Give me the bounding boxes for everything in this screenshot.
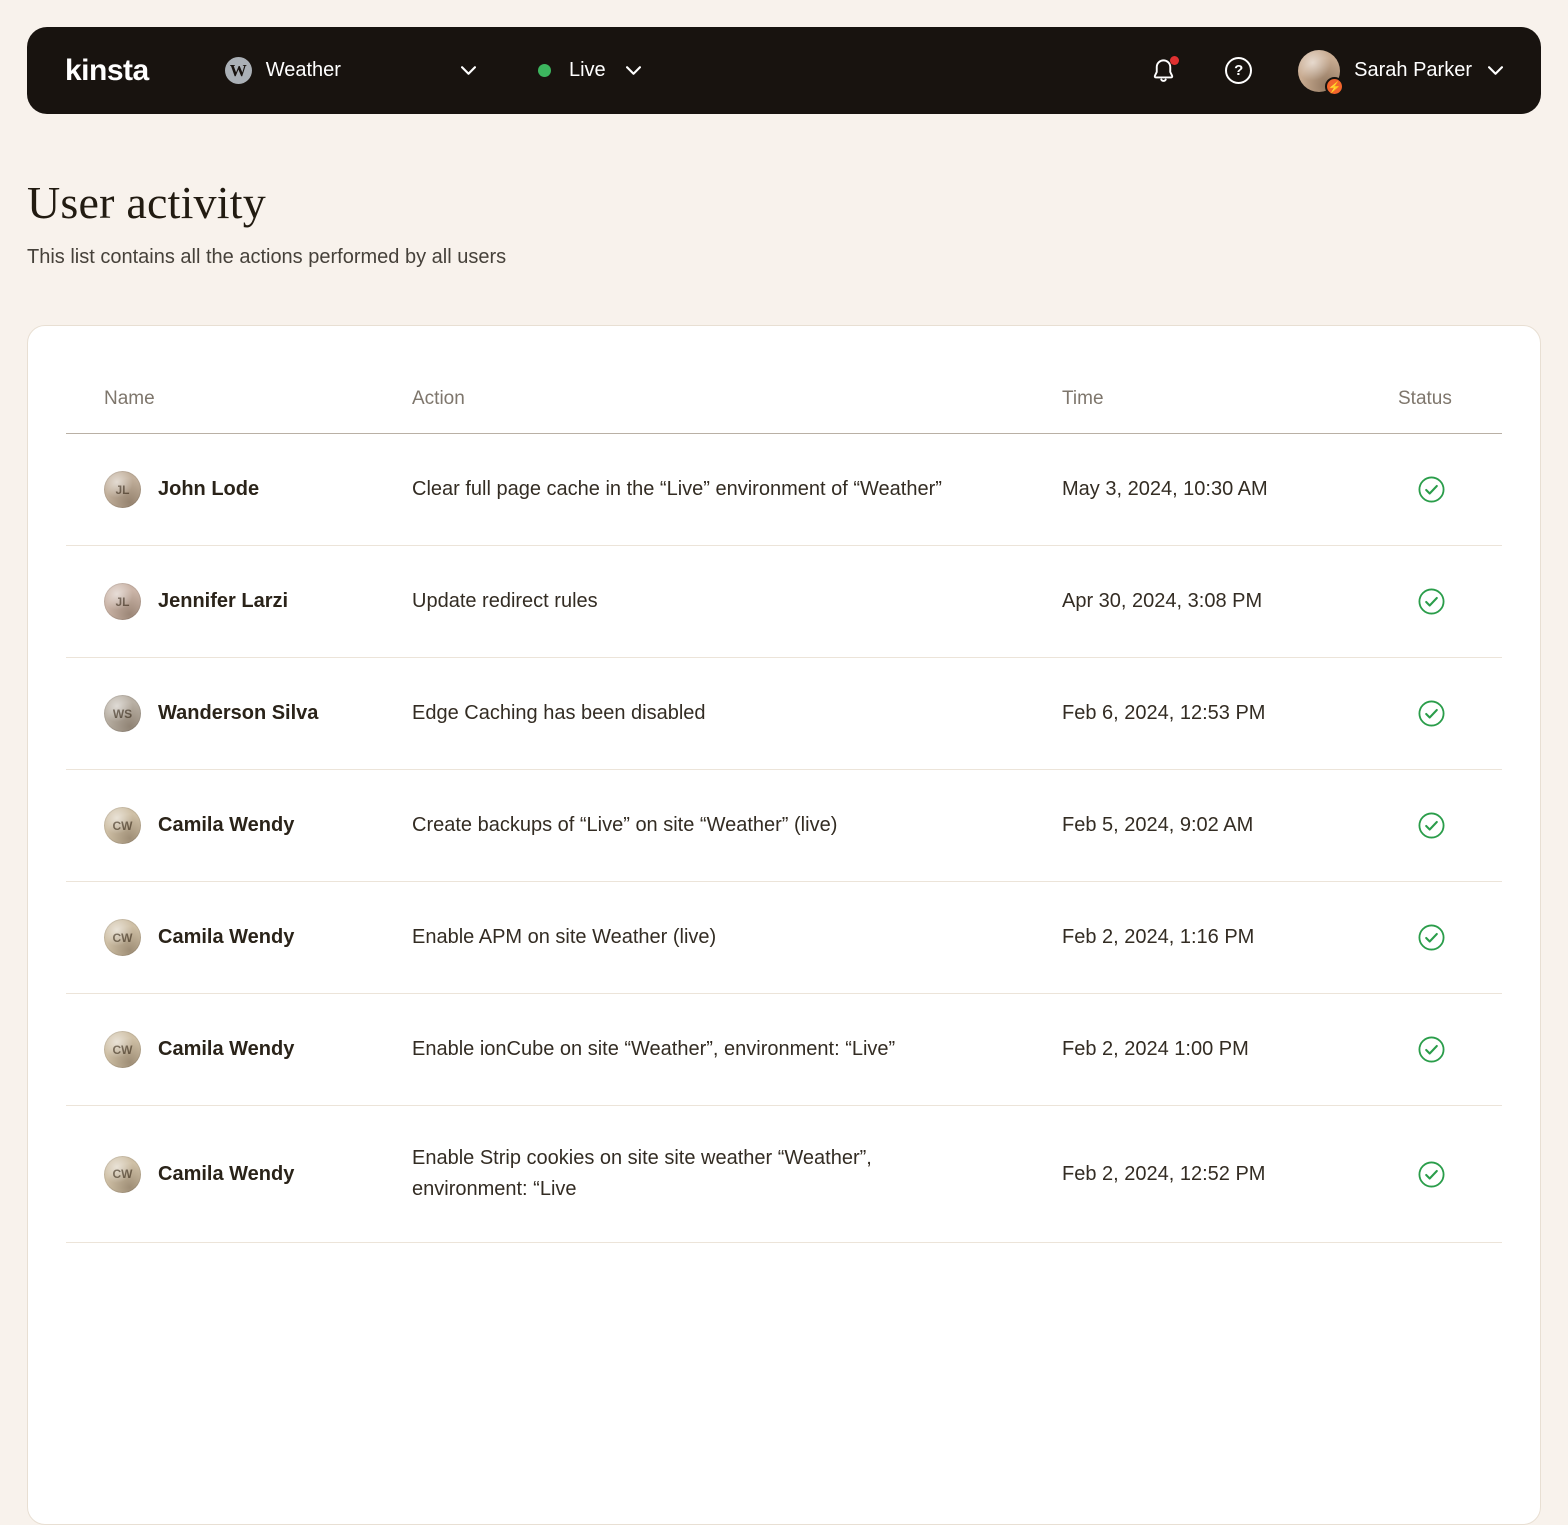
table-row: JL Jennifer Larzi Update redirect rules …: [66, 546, 1502, 658]
status-cell: [1398, 923, 1502, 952]
success-check-icon: [1418, 812, 1445, 839]
time-text: Feb 2, 2024, 12:52 PM: [1062, 1162, 1266, 1185]
user-name: Camila Wendy: [158, 1162, 295, 1185]
live-status-dot: [537, 64, 551, 77]
user-avatar: CW: [104, 807, 141, 844]
user-avatar: JL: [104, 583, 141, 620]
user-menu[interactable]: ⚡ Sarah Parker: [1298, 49, 1503, 96]
time-text: Feb 5, 2024, 9:02 AM: [1062, 814, 1254, 836]
status-cell: [1398, 475, 1502, 504]
time-text: May 3, 2024, 10:30 AM: [1062, 478, 1268, 500]
success-check-icon: [1418, 476, 1445, 503]
table-row: WS Wanderson Silva Edge Caching has been…: [66, 658, 1502, 770]
table-row: JL John Lode Clear full page cache in th…: [66, 434, 1502, 546]
time-text: Apr 30, 2024, 3:08 PM: [1062, 590, 1263, 612]
action-text: Clear full page cache in the “Live” envi…: [412, 478, 942, 500]
status-cell: [1398, 1035, 1502, 1064]
user-name: Camila Wendy: [158, 814, 295, 836]
action-text: Update redirect rules: [412, 590, 598, 612]
page-content: User activity This list contains all the…: [0, 176, 1568, 1525]
action-text: Enable ionCube on site “Weather”, enviro…: [412, 1038, 896, 1060]
name-cell: WS Wanderson Silva: [66, 695, 412, 732]
action-text: Edge Caching has been disabled: [412, 702, 706, 724]
user-activity-card: Name Action Time Status JL John Lode Cle…: [27, 325, 1541, 1525]
user-name: Camila Wendy: [158, 926, 295, 948]
table-row: CW Camila Wendy Enable ionCube on site “…: [66, 994, 1502, 1106]
name-cell: JL Jennifer Larzi: [66, 583, 412, 620]
table-header: Name Action Time Status: [66, 326, 1502, 434]
table-row: CW Camila Wendy Create backups of “Live”…: [66, 770, 1502, 882]
wordpress-icon: W: [224, 57, 252, 84]
kinsta-logo[interactable]: kinsta: [65, 54, 149, 88]
time-text: Feb 6, 2024, 12:53 PM: [1062, 702, 1266, 724]
success-check-icon: [1418, 700, 1445, 727]
success-check-icon: [1418, 588, 1445, 615]
table-row: CW Camila Wendy Enable Strip cookies on …: [66, 1106, 1502, 1243]
status-cell: [1398, 587, 1502, 616]
page-title: User activity: [27, 177, 266, 228]
action-text: Create backups of “Live” on site “Weathe…: [412, 814, 838, 836]
column-header-name: Name: [104, 388, 155, 409]
page-subtitle: This list contains all the actions perfo…: [27, 246, 507, 268]
success-check-icon: [1418, 924, 1445, 951]
column-header-action: Action: [412, 388, 465, 409]
table-body: JL John Lode Clear full page cache in th…: [28, 434, 1540, 1243]
site-selector-label: Weather: [265, 59, 341, 81]
user-menu-name: Sarah Parker: [1354, 59, 1472, 81]
success-check-icon: [1418, 1036, 1445, 1063]
name-cell: CW Camila Wendy: [66, 807, 412, 844]
help-button[interactable]: ?: [1225, 57, 1253, 84]
name-cell: CW Camila Wendy: [66, 919, 412, 956]
chevron-down-icon: [625, 66, 641, 75]
top-navbar: kinsta W Weather Live ? ⚡ Sarah Parker: [27, 27, 1541, 114]
question-mark-icon: ?: [1234, 62, 1244, 79]
status-cell: [1398, 1160, 1502, 1189]
name-cell: CW Camila Wendy: [66, 1155, 412, 1193]
site-selector[interactable]: W Weather: [224, 57, 476, 84]
environment-selector-label: Live: [568, 59, 606, 81]
action-text: Enable Strip cookies on site site weathe…: [412, 1147, 872, 1200]
status-cell: [1398, 699, 1502, 728]
user-name: Camila Wendy: [158, 1038, 295, 1060]
table-row: CW Camila Wendy Enable APM on site Weath…: [66, 882, 1502, 994]
column-header-status: Status: [1398, 388, 1452, 409]
name-cell: JL John Lode: [66, 471, 412, 508]
status-cell: [1398, 811, 1502, 840]
user-avatar: WS: [104, 695, 141, 732]
notifications-button[interactable]: [1150, 56, 1180, 84]
success-check-icon: [1418, 1161, 1445, 1187]
time-text: Feb 2, 2024, 1:16 PM: [1062, 926, 1255, 948]
user-avatar: CW: [104, 919, 141, 956]
user-name: Jennifer Larzi: [158, 590, 289, 612]
chevron-down-icon: [1488, 66, 1503, 75]
user-avatar: JL: [104, 471, 141, 508]
lightning-badge-icon: ⚡: [1325, 76, 1345, 96]
name-cell: CW Camila Wendy: [66, 1031, 412, 1068]
user-avatar: CW: [104, 1031, 141, 1068]
chevron-down-icon: [460, 66, 476, 75]
user-avatar: CW: [104, 1155, 141, 1193]
user-name: John Lode: [158, 478, 260, 500]
user-name: Wanderson Silva: [158, 702, 319, 724]
action-text: Enable APM on site Weather (live): [412, 926, 717, 948]
column-header-time: Time: [1062, 388, 1104, 409]
time-text: Feb 2, 2024 1:00 PM: [1062, 1038, 1249, 1060]
user-avatar: ⚡: [1298, 49, 1345, 96]
environment-selector[interactable]: Live: [537, 59, 641, 82]
unread-notification-dot: [1170, 56, 1180, 65]
